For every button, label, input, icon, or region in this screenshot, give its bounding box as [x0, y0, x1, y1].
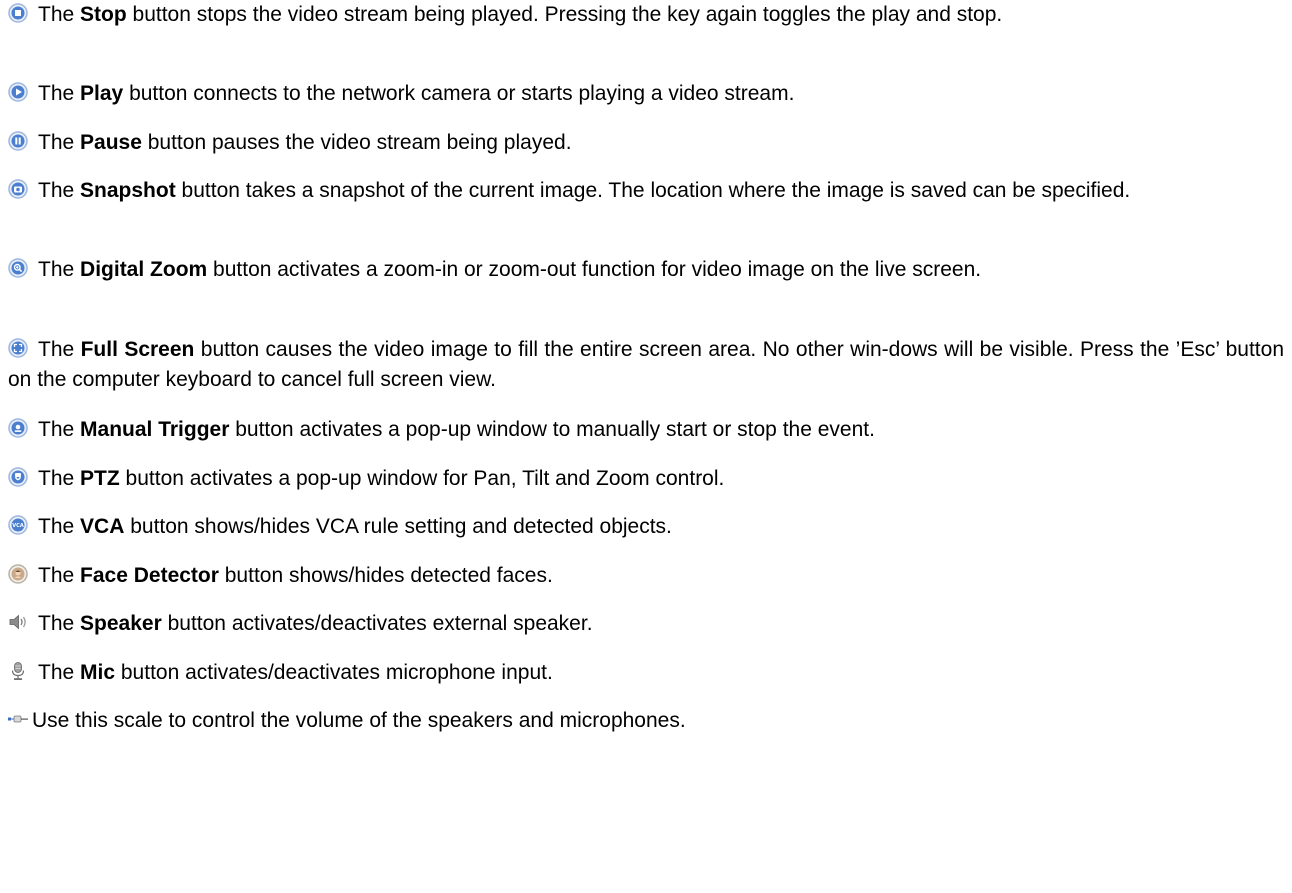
- entry-volume-scale: Use this scale to control the volume of …: [8, 706, 1284, 736]
- entry-play-desc: button connects to the network camera or…: [123, 82, 795, 105]
- entry-ptz: The PTZ button activates a pop-up window…: [8, 464, 1284, 494]
- entry-manual-trigger-pre: The: [38, 418, 81, 441]
- entry-vca: VCA The VCA button shows/hides VCA rule …: [8, 512, 1284, 542]
- entry-speaker: The Speaker button activates/deactivates…: [8, 609, 1284, 639]
- entry-ptz-name: PTZ: [80, 467, 120, 490]
- entry-ptz-desc: button activates a pop-up window for Pan…: [119, 467, 725, 490]
- entry-face-detector-pre: The: [38, 564, 81, 587]
- entry-face-detector-name: Face Detector: [80, 564, 219, 587]
- snapshot-icon: [8, 179, 28, 199]
- entry-play-name: Play: [80, 82, 124, 105]
- manual-trigger-icon: [8, 418, 28, 438]
- speaker-icon: [8, 612, 28, 632]
- full-screen-icon: [8, 338, 28, 358]
- vca-icon: VCA: [8, 515, 28, 535]
- entry-pause: The Pause button pauses the video stream…: [8, 128, 1284, 158]
- entry-pause-desc: button pauses the video stream being pla…: [141, 131, 572, 154]
- face-detector-icon: [8, 564, 28, 584]
- entry-face-detector: The Face Detector button shows/hides det…: [8, 561, 1284, 591]
- entry-snapshot-desc: button takes a snapshot of the current i…: [175, 179, 1131, 202]
- entry-mic-desc: button activates/deactivates microphone …: [115, 661, 553, 684]
- entry-snapshot-name: Snapshot: [80, 179, 176, 202]
- entry-play: The Play button connects to the network …: [8, 79, 1284, 109]
- pause-icon: [8, 131, 28, 151]
- entry-stop-pre: The: [38, 3, 81, 26]
- entry-manual-trigger-name: Manual Trigger: [80, 418, 230, 441]
- entry-ptz-pre: The: [38, 467, 81, 490]
- entry-mic-pre: The: [38, 661, 81, 684]
- volume-scale-icon: [8, 709, 28, 729]
- entry-digital-zoom-name: Digital Zoom: [80, 258, 208, 281]
- entry-face-detector-desc: button shows/hides detected faces.: [218, 564, 553, 587]
- svg-text:VCA: VCA: [12, 523, 24, 529]
- mic-icon: [8, 661, 28, 681]
- play-icon: [8, 82, 28, 102]
- entry-play-pre: The: [38, 82, 81, 105]
- entry-stop-name: Stop: [80, 3, 127, 26]
- entry-digital-zoom: The Digital Zoom button activates a zoom…: [8, 255, 1284, 285]
- entry-manual-trigger: The Manual Trigger button activates a po…: [8, 415, 1284, 445]
- entry-speaker-pre: The: [38, 612, 81, 635]
- entry-full-screen-desc: button causes the video image to fill th…: [8, 338, 1284, 391]
- entry-snapshot: The Snapshot button takes a snapshot of …: [8, 176, 1284, 206]
- entry-full-screen: The Full Screen button causes the video …: [8, 335, 1284, 395]
- entry-snapshot-pre: The: [38, 179, 81, 202]
- entry-full-screen-pre: The: [38, 338, 81, 361]
- entry-vca-pre: The: [38, 515, 81, 538]
- entry-manual-trigger-desc: button activates a pop-up window to manu…: [229, 418, 875, 441]
- entry-mic: The Mic button activates/deactivates mic…: [8, 658, 1284, 688]
- entry-digital-zoom-pre: The: [38, 258, 81, 281]
- entry-full-screen-name: Full Screen: [80, 338, 195, 361]
- entry-speaker-desc: button activates/deactivates external sp…: [161, 612, 593, 635]
- entry-speaker-name: Speaker: [80, 612, 162, 635]
- entry-pause-name: Pause: [80, 131, 142, 154]
- entry-digital-zoom-desc: button activates a zoom-in or zoom-out f…: [207, 258, 982, 281]
- digital-zoom-icon: [8, 258, 28, 278]
- entry-stop: The Stop button stops the video stream b…: [8, 0, 1284, 30]
- entry-stop-desc: button stops the video stream being play…: [126, 3, 1003, 26]
- entry-volume-scale-desc: Use this scale to control the volume of …: [32, 709, 686, 732]
- stop-icon: [8, 3, 28, 23]
- entry-vca-name: VCA: [80, 515, 125, 538]
- ptz-icon: [8, 467, 28, 487]
- entry-pause-pre: The: [38, 131, 81, 154]
- entry-mic-name: Mic: [80, 661, 116, 684]
- entry-vca-desc: button shows/hides VCA rule setting and …: [124, 515, 672, 538]
